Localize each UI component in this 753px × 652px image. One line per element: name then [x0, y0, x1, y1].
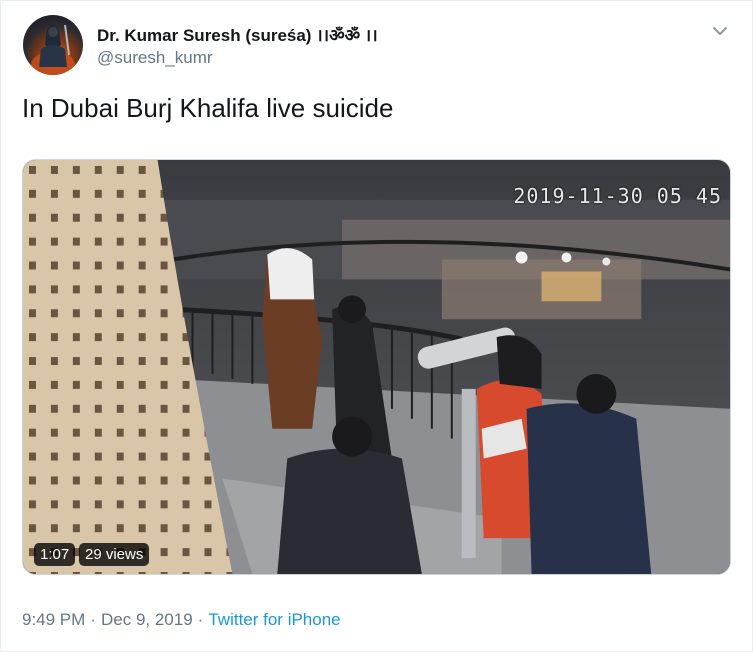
author-handle[interactable]: @suresh_kumr — [97, 48, 213, 68]
author-name[interactable]: Dr. Kumar Suresh (sureśa) ।।ॐॐ ।। — [97, 23, 378, 46]
meta-separator: · — [90, 610, 96, 629]
video-duration-badge: 1:07 — [34, 543, 76, 566]
tweet-card: Dr. Kumar Suresh (sureśa) ।।ॐॐ ।। @sures… — [0, 0, 753, 652]
tweet-source-link[interactable]: Twitter for iPhone — [208, 610, 340, 629]
video-views-badge: 29 views — [79, 543, 150, 566]
tweet-date[interactable]: Dec 9, 2019 — [101, 610, 193, 629]
avatar-image — [31, 24, 75, 75]
chevron-down-icon[interactable] — [710, 21, 730, 41]
meta-separator: · — [197, 610, 204, 629]
tweet-time[interactable]: 9:49 PM — [22, 610, 85, 629]
video-frame — [23, 160, 730, 574]
video-player[interactable]: 2019-11-30 05 45 1:07 29 views — [22, 159, 731, 575]
tweet-meta: 9:49 PM · Dec 9, 2019 · Twitter for iPhone — [22, 610, 341, 630]
camera-timestamp: 2019-11-30 05 45 — [513, 184, 722, 208]
avatar[interactable] — [23, 15, 83, 75]
tweet-text: In Dubai Burj Khalifa live suicide — [22, 93, 394, 123]
